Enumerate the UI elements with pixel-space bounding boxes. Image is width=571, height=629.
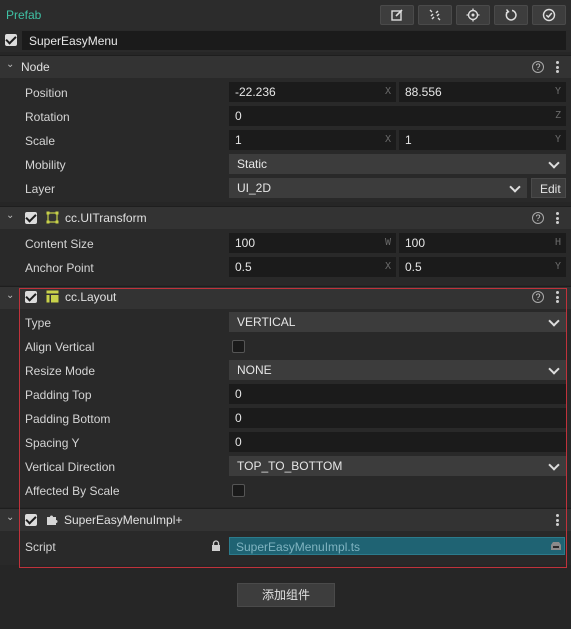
anchor-y-field[interactable]: 0.5 Y [399, 257, 566, 277]
content-size-h-field[interactable]: 100 H [399, 233, 566, 253]
layout-enabled-checkbox[interactable] [25, 291, 37, 303]
chevron-down-icon [548, 363, 560, 375]
script-section-title: SuperEasyMenuImpl+ [64, 513, 183, 527]
scale-x-field[interactable]: 1X [229, 130, 396, 150]
layer-edit-button[interactable]: Edit [531, 178, 566, 198]
layer-select[interactable]: UI_2D [229, 178, 527, 198]
more-options-icon[interactable] [555, 212, 559, 224]
script-asset-field[interactable]: SuperEasyMenuImpl.ts [229, 537, 565, 555]
collapse-arrow-icon[interactable]: ⌄ [6, 210, 14, 221]
help-icon[interactable]: ? [532, 212, 544, 224]
node-name-input[interactable]: SuperEasyMenu [22, 31, 566, 50]
help-icon[interactable]: ? [532, 61, 544, 73]
node-section-header[interactable] [0, 55, 571, 78]
mobility-label: Mobility [25, 158, 66, 172]
revert-prefab-button[interactable] [494, 5, 528, 25]
content-size-w-field[interactable]: 100 W [229, 233, 396, 253]
align-vertical-label: Align Vertical [25, 340, 95, 354]
content-size-label: Content Size [25, 237, 94, 251]
uitransform-section-title: cc.UITransform [65, 211, 147, 225]
help-icon[interactable]: ? [532, 291, 544, 303]
unlink-icon [429, 9, 441, 21]
more-options-icon[interactable] [555, 514, 559, 526]
padding-top-field[interactable]: 0 [229, 384, 566, 404]
script-label: Script [25, 540, 56, 554]
padding-bottom-field[interactable]: 0 [229, 408, 566, 428]
more-options-icon[interactable] [555, 61, 559, 73]
type-select[interactable]: VERTICAL [229, 312, 566, 332]
vertical-direction-label: Vertical Direction [25, 460, 116, 474]
spacing-y-label: Spacing Y [25, 436, 80, 450]
edit-icon [391, 9, 403, 21]
rotation-label: Rotation [25, 110, 70, 124]
layer-label: Layer [25, 182, 56, 196]
more-options-icon[interactable] [555, 291, 559, 303]
vertical-direction-select[interactable]: TOP_TO_BOTTOM [229, 456, 566, 476]
position-label: Position [25, 86, 68, 100]
chevron-down-icon [548, 157, 560, 169]
align-vertical-checkbox[interactable] [232, 340, 245, 353]
puzzle-icon [47, 515, 58, 525]
chevron-down-icon [548, 315, 560, 327]
padding-top-label: Padding Top [25, 388, 92, 402]
node-section-title: Node [21, 60, 50, 74]
script-enabled-checkbox[interactable] [25, 514, 37, 526]
node-active-checkbox[interactable] [5, 34, 17, 46]
scale-label: Scale [25, 134, 56, 148]
uitransform-enabled-checkbox[interactable] [25, 212, 37, 224]
add-component-button[interactable]: 添加组件 [237, 583, 335, 607]
resize-mode-select[interactable]: NONE [229, 360, 566, 380]
locate-icon [466, 8, 480, 22]
anchor-point-label: Anchor Point [25, 261, 94, 275]
anchor-x-field[interactable]: 0.5 X [229, 257, 396, 277]
revert-icon [505, 9, 517, 21]
unlink-prefab-button[interactable] [418, 5, 452, 25]
layout-section-title: cc.Layout [65, 290, 117, 304]
asset-icon[interactable] [550, 541, 562, 551]
apply-prefab-button[interactable] [532, 5, 566, 25]
layout-icon [46, 290, 59, 303]
padding-bottom-label: Padding Bottom [25, 412, 111, 426]
prefab-title: Prefab [6, 8, 42, 22]
apply-icon [542, 8, 556, 22]
edit-prefab-button[interactable] [380, 5, 414, 25]
locate-prefab-button[interactable] [456, 5, 490, 25]
type-label: Type [25, 316, 52, 330]
collapse-arrow-icon[interactable]: ⌄ [6, 59, 14, 70]
position-y-field[interactable]: 88.556 Y [399, 82, 566, 102]
scale-y-field[interactable]: 1Y [399, 130, 566, 150]
affected-by-scale-checkbox[interactable] [232, 484, 245, 497]
position-x-field[interactable]: -22.236 X [229, 82, 396, 102]
chevron-down-icon [548, 459, 560, 471]
mobility-select[interactable]: Static [229, 154, 566, 174]
spacing-y-field[interactable]: 0 [229, 432, 566, 452]
collapse-arrow-icon[interactable]: ⌄ [6, 512, 14, 523]
rotation-field[interactable]: 0Z [229, 106, 566, 126]
collapse-arrow-icon[interactable]: ⌄ [6, 290, 14, 301]
uitransform-icon [46, 211, 59, 224]
lock-icon [212, 540, 220, 551]
resize-mode-label: Resize Mode [25, 364, 96, 378]
chevron-down-icon [509, 181, 521, 193]
affected-by-scale-label: Affected By Scale [25, 484, 120, 498]
